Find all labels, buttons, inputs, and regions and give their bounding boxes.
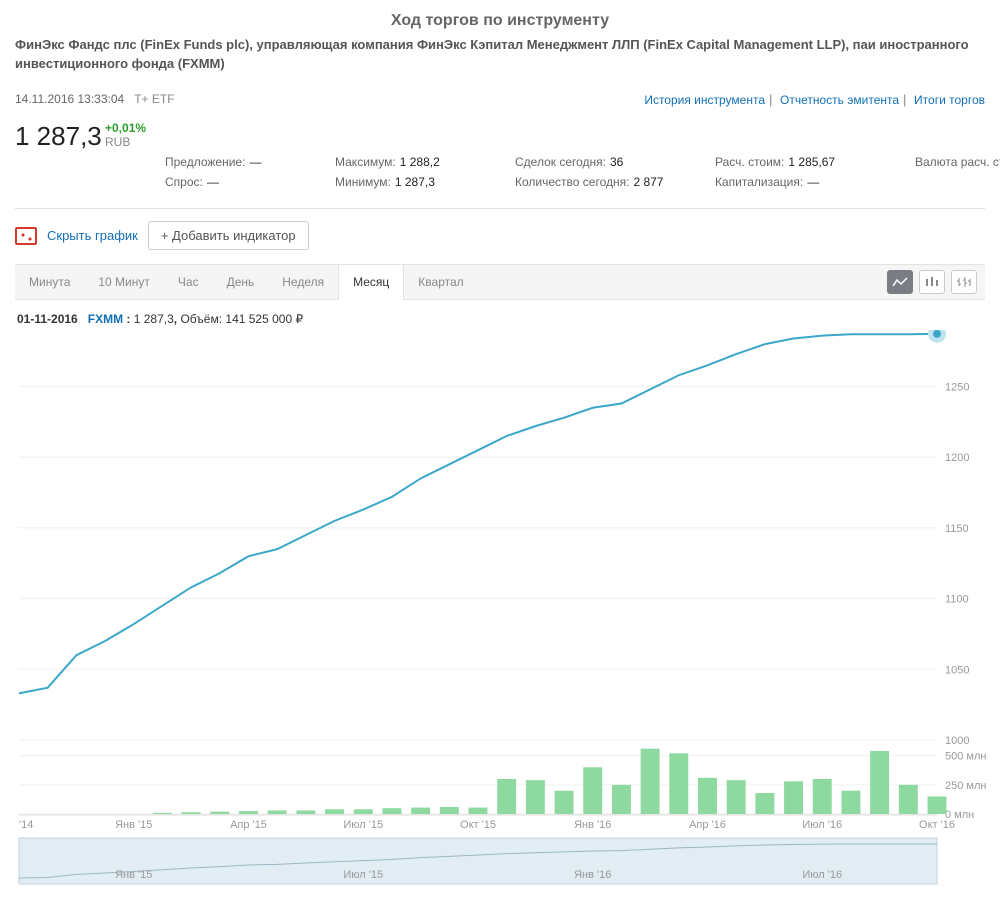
label-offer: Предложение: xyxy=(165,152,245,172)
link-issuer-reports[interactable]: Отчетность эмитента xyxy=(780,93,899,107)
svg-text:1200: 1200 xyxy=(945,453,969,465)
svg-text:Июл '15: Июл '15 xyxy=(343,819,383,831)
tab-минута[interactable]: Минута xyxy=(15,265,84,299)
value-high: 1 288,2 xyxy=(396,155,440,169)
label-nav: Расч. стоим: xyxy=(715,152,784,172)
svg-text:Окт '16: Окт '16 xyxy=(919,819,955,831)
svg-text:1000: 1000 xyxy=(945,735,969,747)
page-title: Ход торгов по инструменту xyxy=(15,12,985,30)
tab-квартал[interactable]: Квартал xyxy=(404,265,477,299)
trade-mode: T+ ETF xyxy=(134,92,174,106)
svg-text:Апр '16: Апр '16 xyxy=(689,819,726,831)
svg-text:500 млн: 500 млн xyxy=(945,751,986,763)
value-qty: 2 877 xyxy=(629,175,663,189)
timestamp: 14.11.2016 13:33:04 xyxy=(15,92,124,106)
tab-10-минут[interactable]: 10 Минут xyxy=(84,265,164,299)
svg-text:Янв '16: Янв '16 xyxy=(574,869,611,881)
tab-час[interactable]: Час xyxy=(164,265,213,299)
tab-неделя[interactable]: Неделя xyxy=(268,265,338,299)
price-change: +0,01% xyxy=(105,121,146,135)
value-offer: — xyxy=(245,155,261,169)
svg-text:Окт '15: Окт '15 xyxy=(460,819,496,831)
svg-text:1250: 1250 xyxy=(945,382,969,394)
add-indicator-button[interactable]: + Добавить индикатор xyxy=(148,221,309,250)
chart-icon xyxy=(15,227,37,245)
label-cap: Капитализация: xyxy=(715,172,803,192)
svg-text:1150: 1150 xyxy=(945,523,969,535)
svg-text:1050: 1050 xyxy=(945,665,969,677)
svg-text:Янв '15: Янв '15 xyxy=(115,869,152,881)
value-low: 1 287,3 xyxy=(391,175,435,189)
label-trades: Сделок сегодня: xyxy=(515,152,606,172)
value-bid: — xyxy=(203,175,219,189)
tab-месяц[interactable]: Месяц xyxy=(338,265,404,300)
toggle-chart-link[interactable]: Скрыть график xyxy=(47,228,138,243)
svg-text:'14: '14 xyxy=(19,819,33,831)
label-calc-ccy: Валюта расч. стоим: xyxy=(915,152,1000,172)
svg-text:Июл '16: Июл '16 xyxy=(802,819,842,831)
svg-text:Июл '15: Июл '15 xyxy=(343,869,383,881)
link-trade-totals[interactable]: Итоги торгов xyxy=(914,93,985,107)
price-chart[interactable]: 1000105011001150120012500 млн250 млн500 … xyxy=(15,330,987,888)
svg-text:Апр '15: Апр '15 xyxy=(230,819,267,831)
svg-text:Янв '15: Янв '15 xyxy=(115,819,152,831)
header-links: История инструмента| Отчетность эмитента… xyxy=(644,92,985,107)
value-nav: 1 285,67 xyxy=(784,155,835,169)
price-currency: RUB xyxy=(105,135,335,149)
timeframe-tabs: Минута10 МинутЧасДеньНеделяМесяцКвартал xyxy=(15,265,478,299)
svg-text:Янв '16: Янв '16 xyxy=(574,819,611,831)
chart-type-line-button[interactable] xyxy=(887,270,913,294)
chart-type-ohlc-button[interactable] xyxy=(951,270,977,294)
label-qty: Количество сегодня: xyxy=(515,172,629,192)
label-high: Максимум: xyxy=(335,152,396,172)
link-history[interactable]: История инструмента xyxy=(644,93,765,107)
instrument-name: ФинЭкс Фандс плс (FinEx Funds plc), упра… xyxy=(15,36,985,74)
value-cap: — xyxy=(803,175,819,189)
chart-type-candles-button[interactable] xyxy=(919,270,945,294)
label-bid: Спрос: xyxy=(165,172,203,192)
svg-text:250 млн: 250 млн xyxy=(945,780,986,792)
svg-text:1100: 1100 xyxy=(945,594,969,606)
label-low: Минимум: xyxy=(335,172,391,192)
svg-text:Июл '16: Июл '16 xyxy=(802,869,842,881)
value-trades: 36 xyxy=(606,155,623,169)
tab-день[interactable]: День xyxy=(213,265,269,299)
chart-readout: 01-11-2016 FXMM : 1 287,3, Объём: 141 52… xyxy=(15,300,985,330)
